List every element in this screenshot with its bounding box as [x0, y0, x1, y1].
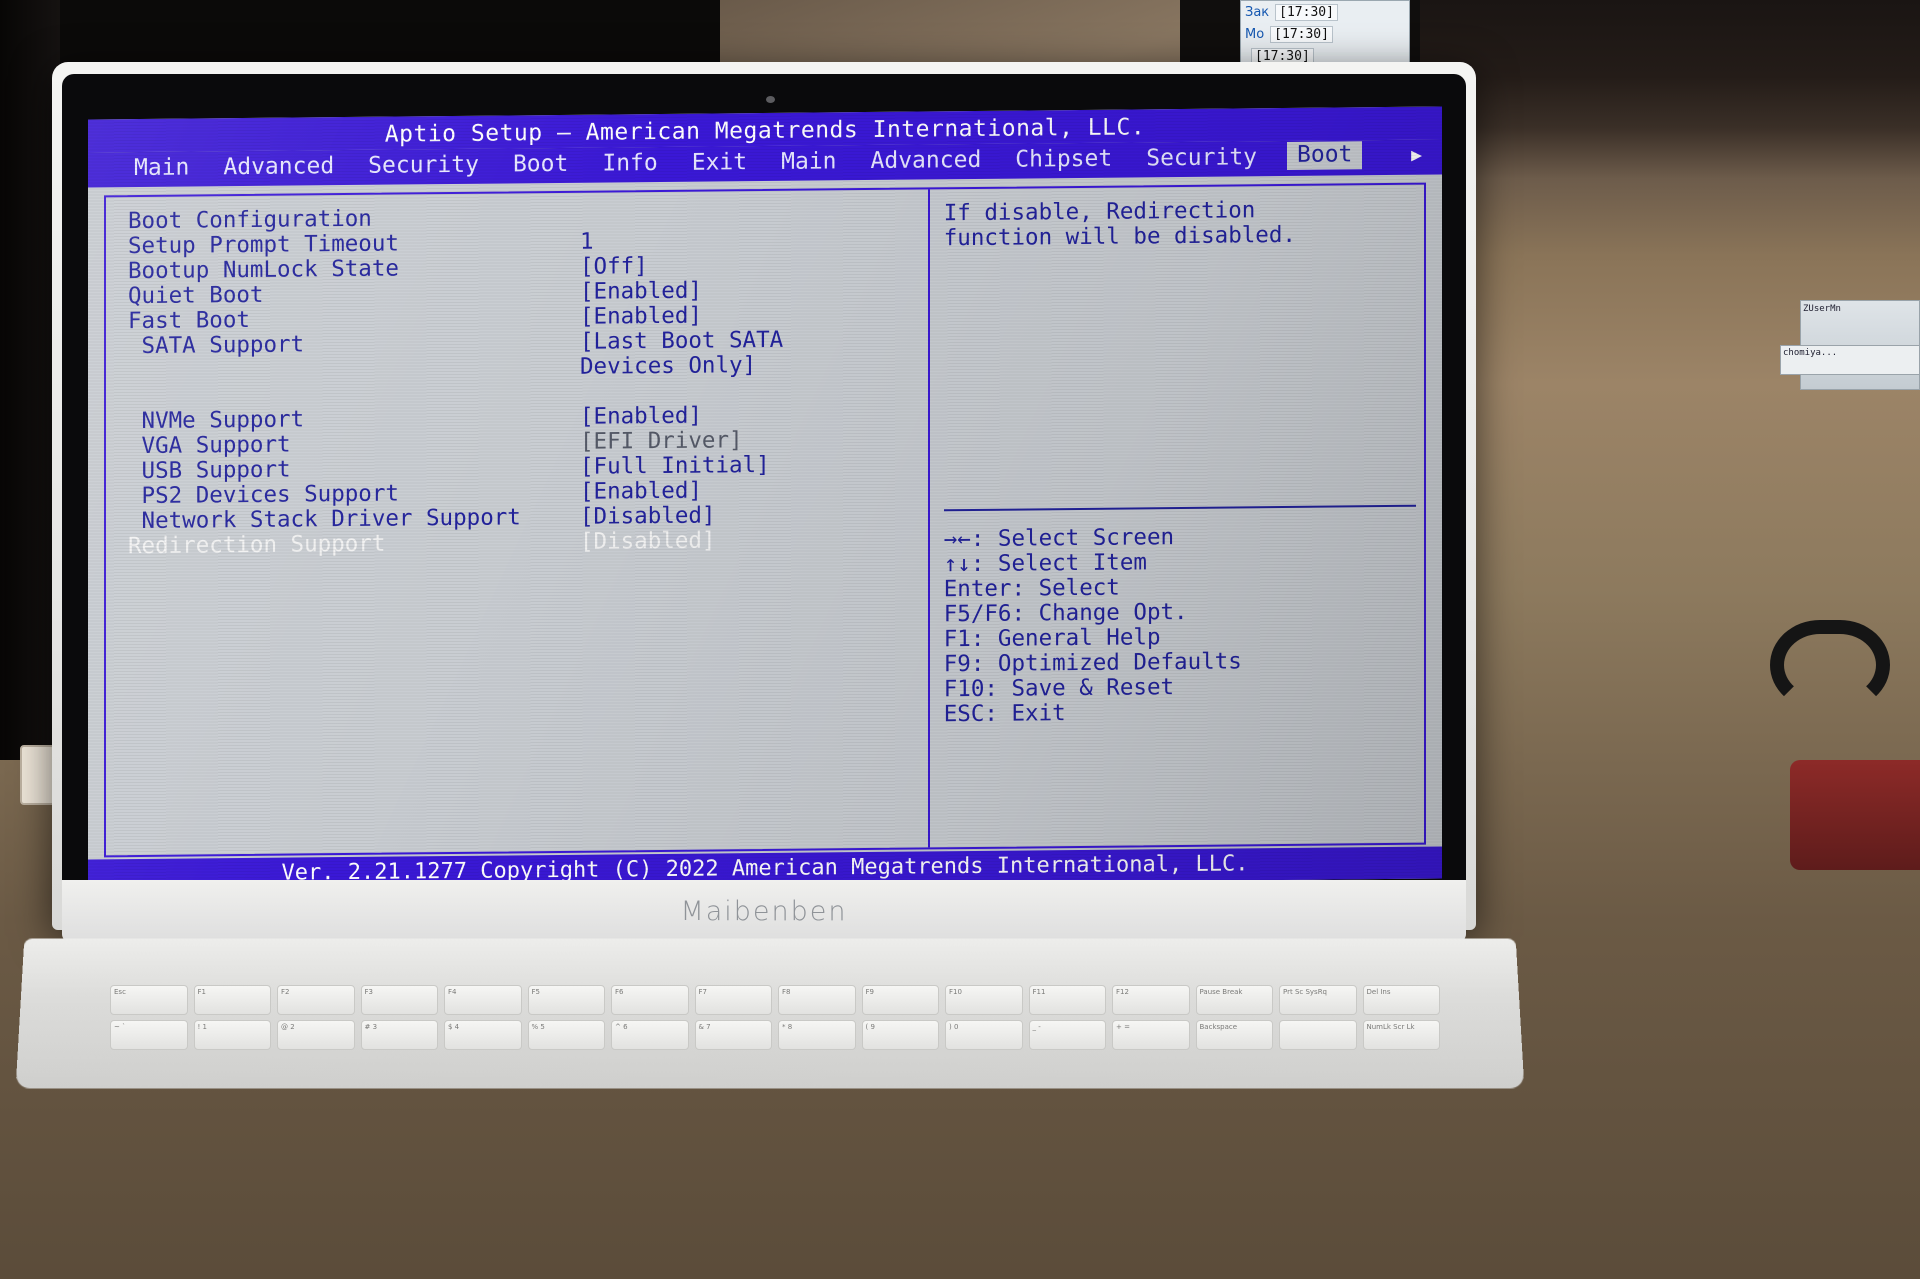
key-9[interactable]: F9	[861, 985, 939, 1015]
clock-label: Зак	[1245, 4, 1270, 20]
red-object	[1790, 760, 1920, 870]
background-clock-panel: Зак [17:30] Mo [17:30] [17:30]	[1240, 0, 1410, 70]
key-3[interactable]: F3	[360, 985, 438, 1015]
setting-value[interactable]: [Enabled]	[580, 403, 702, 430]
legend-divider	[943, 504, 1416, 512]
keyboard[interactable]: Esc F1 F2 F3 F4 F5 F6 F7 F8 F9 F10 F11 F12 Pause Brea…	[110, 985, 1440, 1080]
setting-value[interactable]: [Disabled]	[580, 502, 715, 529]
help-pane: If disable, Redirection function will be…	[930, 185, 1424, 848]
tab-advanced-7[interactable]: Advanced	[867, 147, 986, 174]
key-19[interactable]: # 3	[360, 1020, 438, 1050]
clock-row: Зак [17:30]	[1241, 1, 1409, 23]
clock-label: Mo	[1245, 26, 1265, 42]
setting-value[interactable]: [Disabled]	[580, 527, 715, 554]
webcam-icon	[766, 96, 775, 103]
key-27[interactable]: _ -	[1028, 1020, 1106, 1050]
key-15[interactable]: Del Ins	[1362, 985, 1440, 1015]
key-4[interactable]: F4	[444, 985, 522, 1015]
key-16[interactable]: ~ `	[110, 1020, 188, 1050]
key-20[interactable]: $ 4	[444, 1020, 522, 1050]
key-2[interactable]: F2	[277, 985, 355, 1015]
setting-value[interactable]: [EFI Driver]	[580, 427, 743, 455]
side-panel-label: ZUserMn	[1803, 304, 1841, 314]
tab-boot-10[interactable]: Boot	[1287, 141, 1363, 170]
key-8[interactable]: F8	[778, 985, 856, 1015]
setting-value[interactable]: [Full Initial]	[580, 452, 770, 480]
key-11[interactable]: F11	[1028, 985, 1106, 1015]
setting-label: Redirection Support	[128, 530, 386, 560]
tab-boot-3[interactable]: Boot	[509, 151, 572, 178]
setting-value[interactable]: Devices Only]	[580, 352, 756, 380]
clock-value: [17:30]	[1275, 3, 1338, 21]
key-1[interactable]: F1	[193, 985, 271, 1015]
key-14[interactable]: Prt Sc SysRq	[1279, 985, 1357, 1015]
headset-object	[1770, 620, 1890, 710]
key-7[interactable]: F7	[694, 985, 772, 1015]
background-side-panel-secondary: chomiya...	[1780, 345, 1920, 375]
side-panel-label-2: chomiya...	[1783, 348, 1838, 358]
key-17[interactable]: ! 1	[193, 1020, 271, 1050]
setting-value[interactable]: [Enabled]	[580, 278, 702, 305]
key-12[interactable]: F12	[1112, 985, 1190, 1015]
settings-list: Setup Prompt Timeout 1 Bootup NumLock Stat…	[128, 226, 928, 559]
key-5[interactable]: F5	[527, 985, 605, 1015]
tab-security-9[interactable]: Security	[1142, 144, 1261, 171]
tab-advanced-1[interactable]: Advanced	[219, 153, 338, 180]
laptop-brand-strip: Maibenben	[62, 880, 1466, 942]
setting-value[interactable]: 1	[580, 229, 594, 255]
clock-row: Mo [17:30]	[1241, 23, 1409, 45]
clock-value: [17:30]	[1270, 25, 1333, 43]
setting-value[interactable]: [Enabled]	[580, 303, 702, 330]
setting-value[interactable]: [Last Boot SATA	[580, 327, 783, 355]
bios-screen: Aptio Setup – American Megatrends Intern…	[88, 106, 1442, 892]
key-18[interactable]: @ 2	[277, 1020, 355, 1050]
key-23[interactable]: & 7	[694, 1020, 772, 1050]
tab-main-6[interactable]: Main	[777, 148, 840, 175]
tab-security-2[interactable]: Security	[364, 152, 483, 179]
key-13[interactable]: Pause Break	[1195, 985, 1273, 1015]
help-text: If disable, Redirection function will be…	[943, 197, 1296, 252]
key-29[interactable]: Backspace	[1195, 1020, 1273, 1050]
key-24[interactable]: * 8	[778, 1020, 856, 1050]
key-10[interactable]: F10	[945, 985, 1023, 1015]
key-25[interactable]: ( 9	[861, 1020, 939, 1050]
brand-logo: Maibenben	[680, 895, 848, 927]
key-legend: →←: Select Screen ↑↓: Select Item Enter: S…	[943, 504, 1416, 728]
key-6[interactable]: F6	[611, 985, 689, 1015]
key-26[interactable]: ) 0	[945, 1020, 1023, 1050]
key-0[interactable]: Esc	[110, 985, 188, 1015]
tab-info-4[interactable]: Info	[598, 150, 661, 177]
key-28[interactable]: + =	[1112, 1020, 1190, 1050]
tab-overflow-arrow-icon[interactable]: ▶	[1411, 143, 1422, 168]
bios-body: Boot Configuration Setup Prompt Timeout 1…	[88, 175, 1442, 860]
key-30[interactable]	[1279, 1020, 1357, 1050]
tab-main-0[interactable]: Main	[130, 155, 193, 182]
tab-chipset-8[interactable]: Chipset	[1011, 146, 1116, 173]
key-22[interactable]: ^ 6	[611, 1020, 689, 1050]
key-21[interactable]: % 5	[527, 1020, 605, 1050]
setting-value[interactable]: [Enabled]	[580, 478, 702, 505]
legend-line: ESC: Exit	[943, 700, 1066, 728]
setting-value[interactable]: [Off]	[580, 253, 648, 280]
settings-pane: Boot Configuration Setup Prompt Timeout 1…	[106, 189, 930, 856]
setting-row[interactable]: Redirection Support [Disabled]	[128, 526, 928, 559]
tab-exit-5[interactable]: Exit	[688, 149, 751, 176]
key-31[interactable]: NumLk Scr Lk	[1362, 1020, 1440, 1050]
